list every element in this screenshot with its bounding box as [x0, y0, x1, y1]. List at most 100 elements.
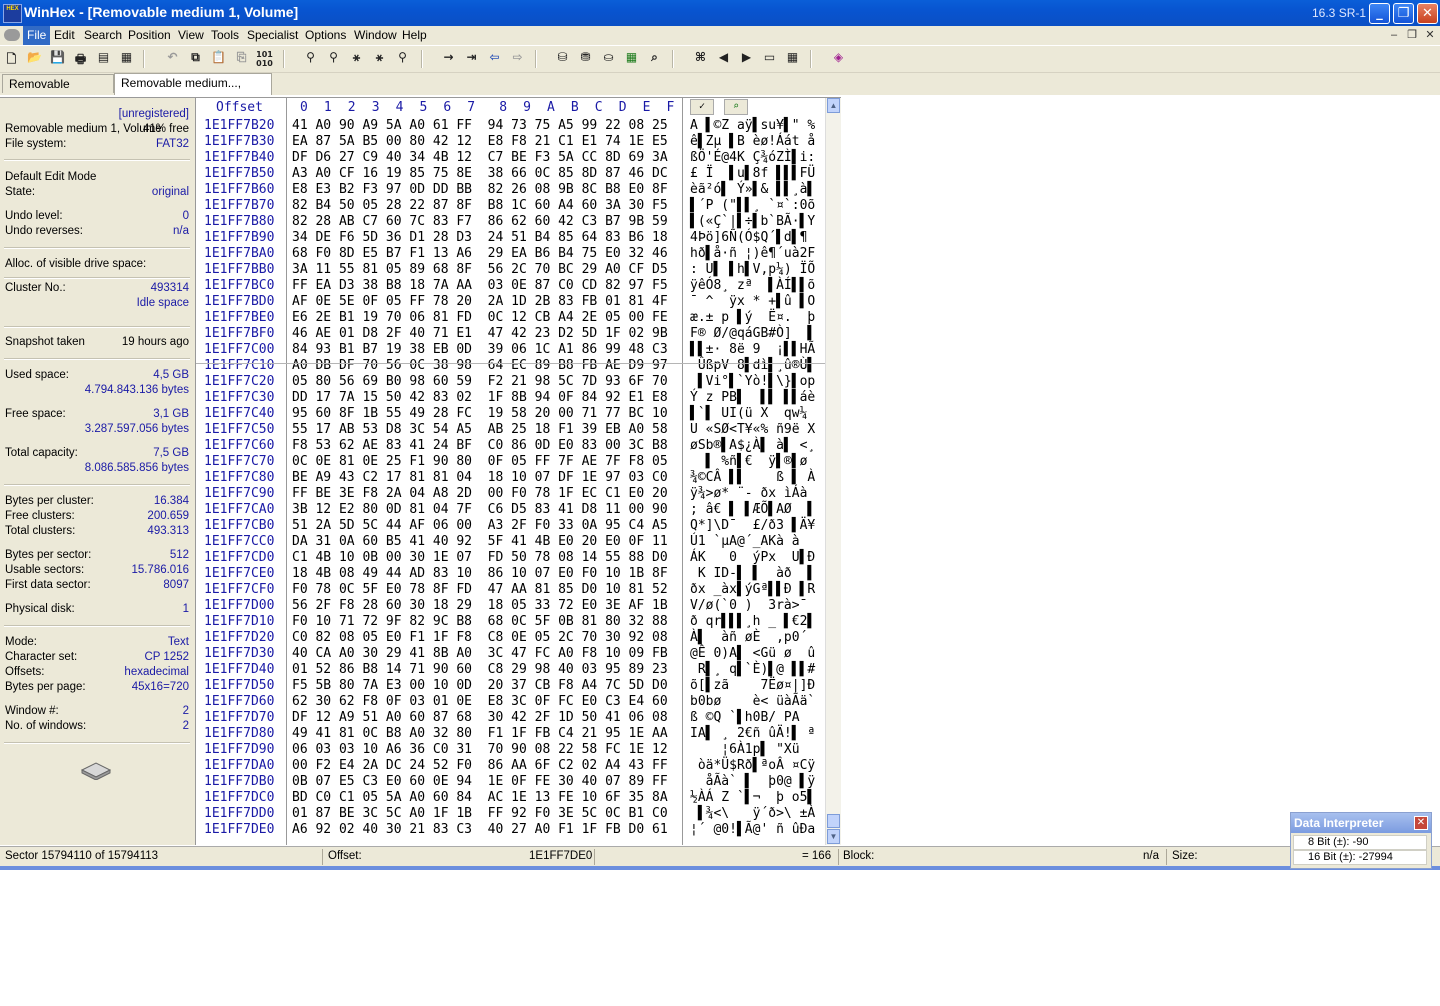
undo-icon[interactable]: ↶	[164, 50, 181, 67]
copy-icon[interactable]: ⧉	[187, 50, 204, 67]
row-text[interactable]: b0bø è< üàÃä`	[690, 694, 815, 709]
row-text[interactable]: ▌ %ñ▌€ ÿ▌®▌ø	[690, 454, 815, 469]
analyze-icon[interactable]: ⌘	[692, 50, 709, 67]
row-text[interactable]: ▌`▌ UI(ü X qw¼	[690, 406, 815, 421]
row-hex-bytes[interactable]: F0 78 0C 5F E0 78 8F FD 47 AA 81 85 D0 1…	[292, 582, 668, 597]
row-hex-bytes[interactable]: BD C0 C1 05 5A A0 60 84 AC 1E 13 FE 10 6…	[292, 790, 668, 805]
row-hex-bytes[interactable]: 01 87 BE 3C 5C A0 1F 1B FF 92 F0 3E 5C 0…	[292, 806, 668, 821]
row-text[interactable]: ÿ¾>ø* ¨- ðx ìÁà	[690, 486, 815, 501]
row-hex-bytes[interactable]: 41 A0 90 A9 5A A0 61 FF 94 73 75 A5 99 2…	[292, 118, 668, 133]
row-text[interactable]: åÃà` ▌ þ0@ ▌ÿ	[690, 774, 816, 789]
row-text[interactable]: ð qr▌▌▌¸h _ ▌€2▌	[690, 614, 815, 629]
row-text[interactable]: A ▌©Z aÿ▌su¥▌" %	[690, 118, 815, 133]
row-hex-bytes[interactable]: 18 4B 08 49 44 AD 83 10 86 10 07 E0 F0 1…	[292, 566, 668, 581]
row-hex-bytes[interactable]: DF 12 A9 51 A0 60 87 68 30 42 2F 1D 50 4…	[292, 710, 668, 725]
find-hex-icon[interactable]: ⚲	[325, 50, 342, 67]
go-to-sector-icon[interactable]: ⇥	[463, 50, 480, 67]
row-hex-bytes[interactable]: 56 2F F8 28 60 30 18 29 18 05 33 72 E0 3…	[292, 598, 668, 613]
grid-icon[interactable]: ▦	[784, 50, 801, 67]
row-text[interactable]: èã²ó▌ Ý»▌& ▌▌¸à▌	[690, 182, 815, 197]
row-text[interactable]: ▌¾<\ ÿ´ð>\ ±À	[690, 806, 815, 821]
app-logo-icon[interactable]: HEX	[3, 4, 22, 23]
row-hex-bytes[interactable]: DA 31 0A 60 B5 41 40 92 5F 41 4B E0 20 E…	[292, 534, 668, 549]
row-hex-bytes[interactable]: 84 93 B1 B7 19 38 EB 0D 39 06 1C A1 86 9…	[292, 342, 668, 357]
binary-icon[interactable]: 101 010	[256, 50, 273, 68]
removable-drive-icon[interactable]	[80, 760, 112, 780]
row-hex-bytes[interactable]: A0 DB DF 70 56 0C 38 98 64 EC 89 B8 FB A…	[292, 358, 668, 373]
row-text[interactable]: ¯ ^ ÿx * +▌û ▌O	[690, 294, 815, 309]
row-hex-bytes[interactable]: 51 2A 5D 5C 44 AF 06 00 A3 2F F0 33 0A 9…	[292, 518, 668, 533]
row-hex-bytes[interactable]: F0 10 71 72 9F 82 9C B8 68 0C 5F 0B 81 8…	[292, 614, 668, 629]
row-text[interactable]: : U▌ ▌h▌V,p¼) ÏÕ	[690, 262, 815, 277]
tab-removable-medium-volume[interactable]: Removable medium..., Volume	[114, 73, 272, 109]
menu-tools[interactable]: Tools	[207, 26, 243, 45]
calculator-icon[interactable]: ▦	[623, 50, 640, 67]
row-hex-bytes[interactable]: BE A9 43 C2 17 81 81 04 18 10 07 DF 1E 9…	[292, 470, 668, 485]
row-hex-bytes[interactable]: 95 60 8F 1B 55 49 28 FC 19 58 20 00 71 7…	[292, 406, 668, 421]
row-text[interactable]: ▌(«Ç`|▌÷▌b`BÃ·▌Y	[690, 214, 815, 229]
row-hex-bytes[interactable]: 34 DE F6 5D 36 D1 28 D3 24 51 B4 85 64 8…	[292, 230, 668, 245]
row-text[interactable]: ▌Vi°▌`Yò!▌\}▌op	[690, 374, 815, 389]
data-interpreter-panel[interactable]: Data Interpreter ✕ 8 Bit (±): -90 16 Bit…	[1290, 812, 1432, 869]
row-text[interactable]: ½ÀÁ Z `▌¬ þ o5▌	[690, 790, 815, 805]
row-text[interactable]: ÁK 0 ýPx U▌Ð	[690, 550, 815, 565]
restore-icon[interactable]: ❐	[1393, 3, 1414, 24]
snapshot-icon[interactable]: ▭	[761, 50, 778, 67]
row-hex-bytes[interactable]: 06 03 03 10 A6 36 C0 31 70 90 08 22 58 F…	[292, 742, 668, 757]
menu-edit[interactable]: Edit	[50, 26, 79, 45]
row-hex-bytes[interactable]: 55 17 AB 53 D8 3C 54 A5 AB 25 18 F1 39 E…	[292, 422, 668, 437]
row-text[interactable]: ðx _àx▌ýGª▌▌Ð ▌R	[690, 582, 815, 597]
forward-icon[interactable]: ⇨	[509, 50, 526, 67]
row-text[interactable]: U «SØ<T¥«% ñ9ë X	[690, 422, 815, 437]
row-text[interactable]: @Ê 0)A▌ <Gü ø û	[690, 646, 815, 661]
row-hex-bytes[interactable]: 0B 07 E5 C3 E0 60 0E 94 1E 0F FE 30 40 0…	[292, 774, 668, 789]
scroll-up-icon[interactable]: ▲	[827, 98, 840, 113]
close-icon[interactable]: ✕	[1414, 816, 1428, 830]
row-text[interactable]: æ.± p ▌ý Ë¤. þ	[690, 310, 815, 325]
data-interpreter-title[interactable]: Data Interpreter	[1291, 813, 1431, 833]
clone-disk-icon[interactable]: ⛃	[577, 50, 594, 67]
replace-text-icon[interactable]: ⚹	[348, 50, 365, 67]
doc-close-icon[interactable]: ✕	[1423, 28, 1437, 42]
menu-view[interactable]: View	[174, 26, 208, 45]
row-hex-bytes[interactable]: 82 B4 50 05 28 22 87 8F B8 1C 60 A4 60 3…	[292, 198, 668, 213]
tab-removable-medium-1[interactable]: Removable medium 1	[2, 74, 114, 110]
vertical-scrollbar[interactable]: ▲ ▼	[825, 98, 841, 845]
scroll-thumb[interactable]	[827, 814, 840, 828]
row-hex-bytes[interactable]: C1 4B 10 0B 00 30 1E 07 FD 50 78 08 14 5…	[292, 550, 668, 565]
zoom-icon[interactable]: ⌕	[646, 50, 663, 67]
row-hex-bytes[interactable]: 01 52 86 B8 14 71 90 60 C8 29 98 40 03 9…	[292, 662, 668, 677]
row-text[interactable]: ß ©Q `▌h0B/ PA	[690, 710, 815, 725]
row-text[interactable]: ÿêÓ8¸ zª ▌ÀÍ▌▌õ	[690, 278, 815, 293]
row-hex-bytes[interactable]: 40 CA A0 30 29 41 8B A0 3C 47 FC A0 F8 1…	[292, 646, 668, 661]
menu-specialist[interactable]: Specialist	[243, 26, 302, 45]
row-hex-bytes[interactable]: 82 28 AB C7 60 7C 83 F7 86 62 60 42 C3 B…	[292, 214, 668, 229]
find-text-icon[interactable]: ⚲	[302, 50, 319, 67]
row-text[interactable]: 4Þö]6Ñ(Ó$Q´▌d▌¶	[690, 230, 815, 245]
row-hex-bytes[interactable]: 00 F2 E4 2A DC 24 52 F0 86 AA 6F C2 02 A…	[292, 758, 668, 773]
replace-hex-icon[interactable]: ⚹	[371, 50, 388, 67]
row-text[interactable]: IA▌ ¸ 2€ñ ûÄ!▌ ª	[690, 726, 815, 741]
row-hex-bytes[interactable]: FF EA D3 38 B8 18 7A AA 03 0E 87 C0 CD 8…	[292, 278, 668, 293]
row-text[interactable]: À▌ àñ øÈ ,p0´	[690, 630, 815, 645]
row-hex-bytes[interactable]: 68 F0 8D E5 B7 F1 13 A6 29 EA B6 B4 75 E…	[292, 246, 668, 261]
row-hex-bytes[interactable]: FF BE 3E F8 2A 04 A8 2D 00 F0 78 1F EC C…	[292, 486, 668, 501]
open-file-icon[interactable]: 📂	[26, 50, 43, 67]
doc-restore-icon[interactable]: ❐	[1405, 28, 1419, 42]
row-hex-bytes[interactable]: 05 80 56 69 B0 98 60 59 F2 21 98 5C 7D 9…	[292, 374, 668, 389]
row-text[interactable]: ¦6À1p▌ "Xü	[690, 742, 815, 757]
row-text[interactable]: Ú1 `µA@´_AKà à	[690, 534, 815, 549]
row-hex-bytes[interactable]: 3B 12 E2 80 0D 81 04 7F C6 D5 83 41 D8 1…	[292, 502, 668, 517]
row-text[interactable]: Q*]\D¯ £/ð3 ▌Ä¥	[690, 518, 815, 533]
menu-position[interactable]: Position	[124, 26, 175, 45]
row-text[interactable]: ÛßpV 8▌dì▌¸û®Ù▌	[690, 358, 815, 373]
back-icon[interactable]: ⇦	[486, 50, 503, 67]
find-next-icon[interactable]: ⚲	[394, 50, 411, 67]
row-hex-bytes[interactable]: 62 30 62 F8 0F 03 01 0E E8 3C 0F FC E0 C…	[292, 694, 668, 709]
row-text[interactable]: ▌▌±· 8ë 9 ¡▌▌HÃ	[690, 342, 815, 357]
row-text[interactable]: Ý z PB▌ ▌▌ ▌▌áè	[690, 390, 815, 405]
write-icon[interactable]: ⎘	[233, 50, 250, 67]
row-hex-bytes[interactable]: DF D6 27 C9 40 34 4B 12 C7 BE F3 5A CC 8…	[292, 150, 668, 165]
row-hex-bytes[interactable]: C0 82 08 05 E0 F1 1F F8 C8 0E 05 2C 70 3…	[292, 630, 668, 645]
document-menu-icon[interactable]	[4, 29, 20, 41]
